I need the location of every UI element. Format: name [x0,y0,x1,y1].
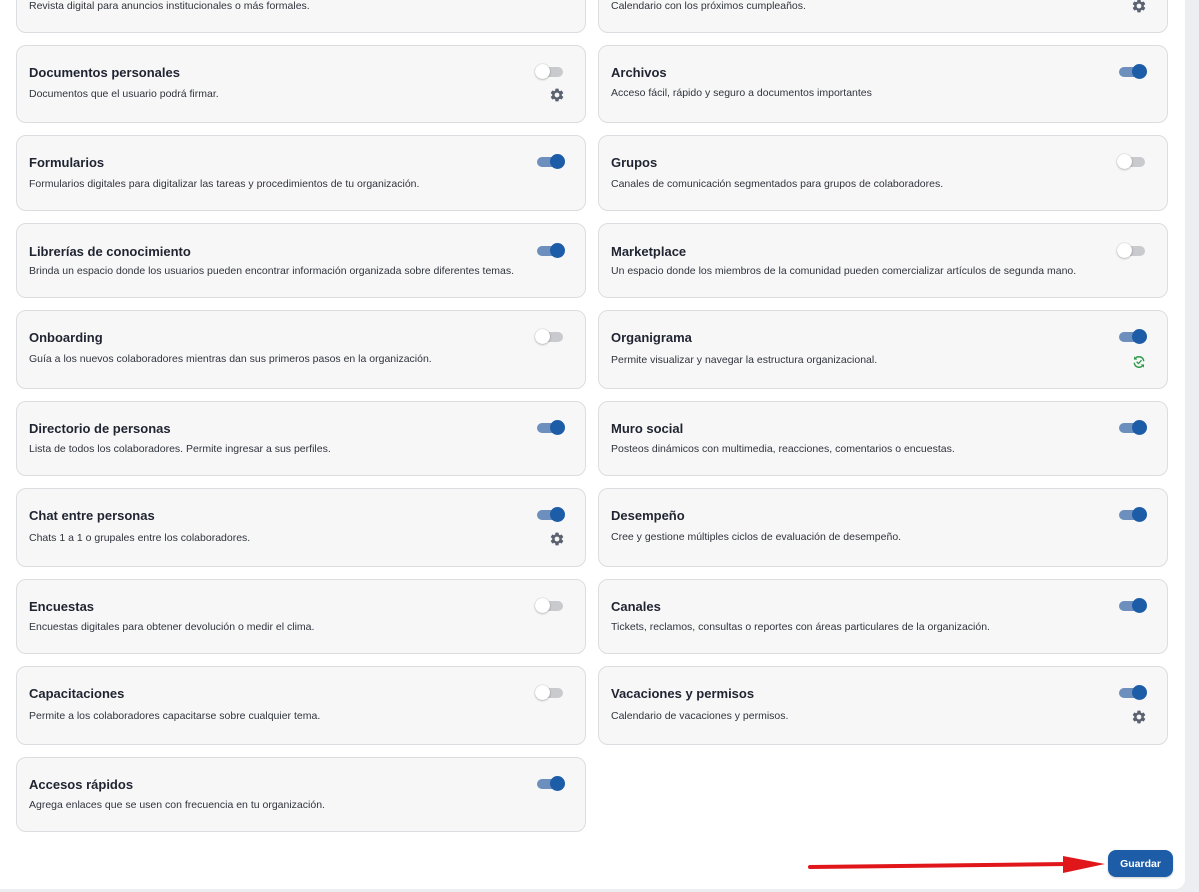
module-card-encuestas: Encuestas Encuestas digitales para obten… [16,579,586,654]
module-description: Posteos dinámicos con multimedia, reacci… [611,443,955,455]
module-description: Chats 1 a 1 o grupales entre los colabor… [29,532,251,544]
module-toggle[interactable] [1119,507,1147,522]
module-description: Documentos que el usuario podrá firmar. [29,88,219,100]
module-card-vacaciones: Vacaciones y permisos Calendario de vaca… [598,666,1168,745]
module-title: Onboarding [29,330,103,345]
module-title: Documentos personales [29,65,180,80]
module-toggle[interactable] [537,243,565,258]
module-description: Calendario de vacaciones y permisos. [611,710,789,722]
module-card-grupos: Grupos Canales de comunicación segmentad… [598,135,1168,211]
module-description: Tickets, reclamos, consultas o reportes … [611,621,990,633]
module-description: Permite visualizar y navegar la estructu… [611,354,878,366]
module-toggle[interactable] [1119,329,1147,344]
module-title: Chat entre personas [29,508,155,523]
gear-icon[interactable] [549,531,565,547]
module-title: Vacaciones y permisos [611,686,755,701]
module-toggle[interactable] [537,507,565,522]
module-toggle[interactable] [535,685,565,700]
page-edge [1185,0,1199,892]
module-card-revista: Revista digital para anuncios institucio… [16,0,586,33]
module-description: Guía a los nuevos colaboradores mientras… [29,353,432,365]
module-card-marketplace: Marketplace Un espacio donde los miembro… [598,223,1168,298]
module-card-librerias: Librerías de conocimiento Brinda un espa… [16,223,586,298]
annotation-arrow-icon [808,856,1105,873]
module-toggle[interactable] [537,420,565,435]
module-title: Muro social [611,421,684,436]
module-card-desempeno: Desempeño Cree y gestione múltiples cicl… [598,488,1168,567]
module-card-accesos-rapidos: Accesos rápidos Agrega enlaces que se us… [16,757,586,832]
gear-icon[interactable] [1131,709,1147,725]
module-title: Librerías de conocimiento [29,244,191,259]
module-card-organigrama: Organigrama Permite visualizar y navegar… [598,310,1168,389]
sync-icon[interactable] [1131,354,1147,370]
module-description: Permite a los colaboradores capacitarse … [29,710,321,722]
module-title: Canales [611,599,661,614]
module-card-canales: Canales Tickets, reclamos, consultas o r… [598,579,1168,654]
module-description: Agrega enlaces que se usen con frecuenci… [29,799,325,811]
module-title: Encuestas [29,599,95,614]
module-card-chat: Chat entre personas Chats 1 a 1 o grupal… [16,488,586,567]
module-title: Capacitaciones [29,686,125,701]
module-description: Canales de comunicación segmentados para… [611,178,944,190]
module-title: Marketplace [611,244,687,259]
module-card-capacitaciones: Capacitaciones Permite a los colaborador… [16,666,586,745]
module-title: Directorio de personas [29,421,171,436]
module-toggle[interactable] [1119,685,1147,700]
module-card-cumpleanos: Calendario con los próximos cumpleaños. [598,0,1168,33]
module-toggle[interactable] [535,64,565,79]
module-title: Grupos [611,155,658,170]
module-title: Formularios [29,155,105,170]
modules-panel: Revista digital para anuncios institucio… [0,0,1185,889]
module-toggle[interactable] [1119,64,1147,79]
module-description: Formularios digitales para digitalizar l… [29,178,420,190]
module-description: Encuestas digitales para obtener devoluc… [29,621,315,633]
save-button[interactable]: Guardar [1108,850,1173,877]
module-card-muro-social: Muro social Posteos dinámicos con multim… [598,401,1168,476]
gear-icon[interactable] [1131,0,1147,14]
module-card-formularios: Formularios Formularios digitales para d… [16,135,586,211]
module-description: Brinda un espacio donde los usuarios pue… [29,265,515,277]
module-toggle[interactable] [1117,243,1147,258]
gear-icon[interactable] [549,87,565,103]
module-toggle[interactable] [537,776,565,791]
module-description: Calendario con los próximos cumpleaños. [611,0,806,12]
module-description: Acceso fácil, rápido y seguro a document… [611,87,872,99]
module-title: Accesos rápidos [29,777,134,792]
module-card-documentos-personales: Documentos personales Documentos que el … [16,45,586,123]
module-title: Archivos [611,65,667,80]
module-card-onboarding: Onboarding Guía a los nuevos colaborador… [16,310,586,389]
module-toggle[interactable] [1117,154,1147,169]
module-description: Lista de todos los colaboradores. Permit… [29,443,331,455]
module-title: Desempeño [611,508,685,523]
module-description: Revista digital para anuncios institucio… [29,0,310,12]
module-toggle[interactable] [537,154,565,169]
module-toggle[interactable] [535,598,565,613]
module-title: Organigrama [611,330,692,345]
module-card-archivos: Archivos Acceso fácil, rápido y seguro a… [598,45,1168,123]
module-toggle[interactable] [1119,598,1147,613]
module-description: Cree y gestione múltiples ciclos de eval… [611,531,902,543]
module-toggle[interactable] [535,329,565,344]
module-card-directorio: Directorio de personas Lista de todos lo… [16,401,586,476]
module-toggle[interactable] [1119,420,1147,435]
module-description: Un espacio donde los miembros de la comu… [611,265,1077,277]
